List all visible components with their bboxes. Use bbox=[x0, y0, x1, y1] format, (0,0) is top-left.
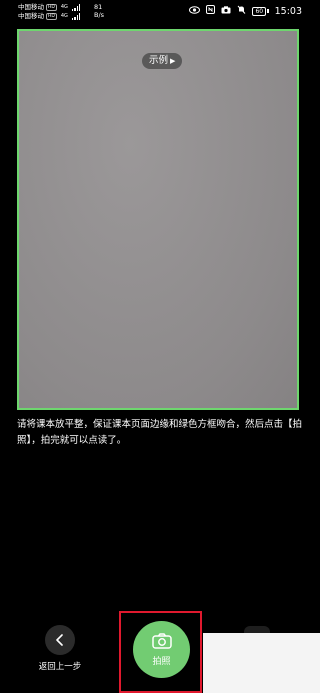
example-label: 示例 bbox=[149, 55, 169, 66]
hd-badge: HD bbox=[46, 13, 57, 20]
clock: 15:03 bbox=[274, 5, 302, 17]
battery-icon: 60 bbox=[252, 6, 269, 16]
back-label: 返回上一步 bbox=[38, 662, 82, 672]
mute-bell-icon bbox=[237, 5, 246, 17]
signal-icon bbox=[71, 4, 81, 11]
camera-icon bbox=[151, 632, 172, 653]
example-button[interactable]: 示例 ▶ bbox=[142, 53, 183, 69]
back-circle[interactable] bbox=[45, 625, 75, 655]
battery-level: 60 bbox=[252, 6, 267, 16]
shutter-label: 拍照 bbox=[152, 656, 171, 667]
carrier-name-1: 中国移动 bbox=[18, 3, 44, 11]
network-gen-1: 4G bbox=[60, 4, 68, 10]
eye-icon bbox=[189, 5, 201, 17]
chevron-left-icon bbox=[55, 631, 65, 650]
nfc-icon bbox=[206, 5, 216, 17]
status-bar: 中国移动 HD 4G 中国移动 HD 4G 81 B/s 60 15:03 bbox=[0, 0, 320, 24]
corner-panel bbox=[203, 633, 320, 693]
status-icons: 60 15:03 bbox=[189, 5, 302, 17]
back-button[interactable]: 返回上一步 bbox=[36, 625, 84, 672]
network-gen-2: 4G bbox=[60, 13, 68, 19]
play-triangle-icon: ▶ bbox=[170, 57, 176, 65]
network-speed: 81 B/s bbox=[94, 3, 104, 19]
carrier-info: 中国移动 HD 4G 中国移动 HD 4G bbox=[18, 3, 81, 21]
shutter-button[interactable]: 拍照 bbox=[133, 621, 190, 678]
camera-preview[interactable]: 示例 ▶ bbox=[17, 29, 299, 410]
instruction-text: 请将课本放平整，保证课本页面边缘和绿色方框吻合，然后点击【拍照】，拍完就可以点读… bbox=[17, 419, 303, 446]
network-speed-value: 81 bbox=[94, 3, 103, 11]
network-speed-unit: B/s bbox=[94, 11, 105, 19]
carrier-name-2: 中国移动 bbox=[18, 12, 44, 20]
camera-icon bbox=[221, 5, 231, 17]
shutter-highlight: 拍照 bbox=[119, 611, 202, 693]
hd-badge: HD bbox=[46, 4, 57, 11]
signal-icon bbox=[71, 13, 81, 20]
